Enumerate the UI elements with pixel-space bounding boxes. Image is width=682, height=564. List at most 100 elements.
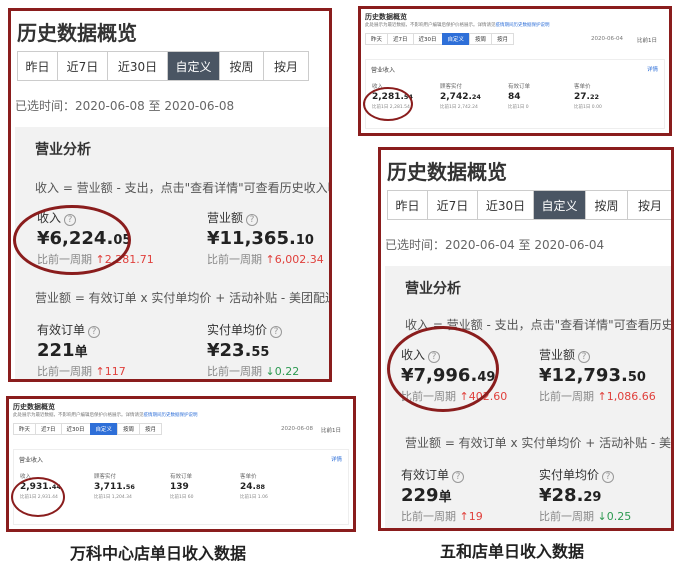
avg-price-label: 实付单均价 [207, 323, 268, 337]
period-tabs: 昨日 近7日 近30日 自定义 按周 按月 [17, 51, 309, 81]
orders-value: 221单 [37, 340, 88, 361]
avg-price-value: ¥28.29 [539, 485, 602, 506]
wanke-summary-panel: 历史数据概览 此处展示为最近数据，不影响用户编辑后保护价格展示。详情请见疫情期间… [6, 396, 356, 532]
caption-wanke: 万科中心店单日收入数据 [70, 544, 247, 563]
help-icon[interactable]: ? [578, 351, 591, 363]
arrow-up-icon: ↑ [95, 365, 105, 378]
highlight-circle [13, 205, 131, 275]
page-title: 历史数据概览 [365, 13, 407, 21]
tab-custom[interactable]: 自定义 [168, 52, 220, 80]
page-title: 历史数据概览 [13, 403, 55, 411]
help-icon[interactable]: ? [88, 326, 101, 338]
tab-7days[interactable]: 近7日 [35, 423, 62, 435]
tab-monthly[interactable]: 按月 [139, 423, 163, 435]
notice-link[interactable]: 疫情期间历史数据保护说明 [144, 413, 198, 418]
orders-compare: 比前一周期 ↑117 [37, 365, 126, 378]
period-tabs: 昨日 近7日 近30日 自定义 按周 按月 [387, 190, 671, 220]
tab-30days[interactable]: 近30日 [478, 191, 534, 219]
tab-7days[interactable]: 近7日 [428, 191, 478, 219]
tab-custom[interactable]: 自定义 [441, 33, 471, 45]
turnover-label: 营业额 [539, 348, 576, 362]
help-icon[interactable]: ? [270, 326, 283, 338]
section-title: 营业分析 [35, 142, 91, 158]
tab-yesterday[interactable]: 昨日 [18, 52, 58, 80]
compare-select[interactable]: 比前1日 [321, 426, 341, 434]
selected-range: 已选时间：2020-06-04 至 2020-06-04 [385, 238, 605, 252]
tab-30days[interactable]: 近30日 [60, 423, 91, 435]
selected-range: 已选时间：2020-06-08 至 2020-06-08 [15, 99, 235, 113]
detail-link[interactable]: 详情 [647, 65, 658, 73]
metric-unit-price: 客单价 24.88 比前1日 1.06 [240, 474, 268, 500]
tab-weekly[interactable]: 按周 [586, 191, 628, 219]
turnover-label: 营业额 [207, 211, 244, 225]
period-tabs: 昨天 近7日 近30日 自定义 按周 按月 [365, 33, 515, 47]
wanke-detail-panel: 历史数据概览 昨日 近7日 近30日 自定义 按周 按月 已选时间：2020-0… [8, 8, 332, 382]
tab-yesterday[interactable]: 昨日 [388, 191, 428, 219]
arrow-up-icon: ↑ [459, 510, 469, 523]
section-title: 营业收入 [19, 457, 44, 464]
arrow-down-icon: ↓ [265, 365, 275, 378]
compare-select[interactable]: 比前1日 [637, 36, 657, 44]
caption-wuhe: 五和店单日收入数据 [440, 542, 585, 561]
turnover-metric: 营业额? ¥11,365.10 比前一周期 ↑6,002.34 [207, 209, 324, 267]
page-title: 历史数据概览 [387, 160, 507, 184]
tab-weekly[interactable]: 按周 [117, 423, 141, 435]
tab-weekly[interactable]: 按周 [469, 33, 493, 45]
tab-custom[interactable]: 自定义 [89, 423, 119, 435]
period-tabs: 昨天 近7日 近30日 自定义 按周 按月 [13, 423, 163, 437]
tab-yesterday[interactable]: 昨天 [13, 423, 37, 435]
avg-price-compare: 比前一周期 ↓0.25 [539, 510, 632, 523]
tab-30days[interactable]: 近30日 [108, 52, 168, 80]
notice-text: 此处展示为最近数据，不影响用户编辑后保护价格展示。详情请见疫情期间历史数据保护说… [365, 23, 550, 28]
turnover-compare: 比前一周期 ↑1,086.66 [539, 390, 656, 403]
avg-price-label: 实付单均价 [539, 468, 600, 482]
section-title: 营业收入 [371, 67, 396, 74]
help-icon[interactable]: ? [246, 214, 259, 226]
orders-label: 有效订单 [37, 323, 86, 337]
tab-7days[interactable]: 近7日 [58, 52, 108, 80]
highlight-circle [11, 477, 65, 517]
tab-30days[interactable]: 近30日 [412, 33, 443, 45]
turnover-value: ¥11,365.10 [207, 228, 314, 249]
revenue-summary-card: 营业收入 详情 收入 2,931.44 比前1日 2,931.44 顾客实付 3… [13, 449, 349, 525]
revenue-formula: 收入 = 营业额 - 支出，点击"查看详情"可查看历史收入明细 [35, 181, 332, 195]
avg-price-compare: 比前一周期 ↓0.22 [207, 365, 300, 378]
tab-monthly[interactable]: 按月 [264, 52, 308, 80]
section-title: 营业分析 [405, 281, 461, 297]
tab-weekly[interactable]: 按周 [220, 52, 264, 80]
metric-paid: 顾客实付 3,711.56 比前1日 1,204.34 [94, 474, 135, 500]
arrow-up-icon: ↑ [597, 390, 607, 403]
orders-value: 229单 [401, 485, 452, 506]
notice-link[interactable]: 疫情期间历史数据保护说明 [496, 23, 550, 28]
highlight-circle [363, 87, 413, 121]
turnover-value: ¥12,793.50 [539, 365, 646, 386]
wuhe-detail-panel: 历史数据概览 昨日 近7日 近30日 自定义 按周 按月 已选时间：2020-0… [378, 147, 674, 531]
orders-label: 有效订单 [401, 468, 450, 482]
arrow-down-icon: ↓ [597, 510, 607, 523]
orders-metric: 有效订单? 221单 比前一周期 ↑117 [37, 321, 126, 379]
metric-unit-price: 客单价 27.22 比前1日 0.00 [574, 84, 602, 110]
wuhe-summary-panel: 历史数据概览 此处展示为最近数据，不影响用户编辑后保护价格展示。详情请见疫情期间… [358, 6, 672, 136]
turnover-formula: 营业额 = 有效订单 x 实付单均价 + 活动补贴 - 美团配送费 [35, 291, 332, 305]
tab-monthly[interactable]: 按月 [491, 33, 515, 45]
date-picker[interactable]: 2020-06-08 [281, 426, 313, 432]
notice-text: 此处展示为最近数据，不影响用户编辑后保护价格展示。详情请见疫情期间历史数据保护说… [13, 413, 198, 418]
avg-price-metric: 实付单均价? ¥28.29 比前一周期 ↓0.25 [539, 466, 631, 524]
orders-metric: 有效订单? 229单 比前一周期 ↑19 [401, 466, 483, 524]
tab-7days[interactable]: 近7日 [387, 33, 414, 45]
tab-yesterday[interactable]: 昨天 [365, 33, 389, 45]
turnover-compare: 比前一周期 ↑6,002.34 [207, 253, 324, 266]
tab-monthly[interactable]: 按月 [628, 191, 671, 219]
help-icon[interactable]: ? [452, 471, 465, 483]
orders-compare: 比前一周期 ↑19 [401, 510, 483, 523]
revenue-summary-card: 营业收入 详情 收入 2,281.54 比前1日 2,281.54 顾客实付 2… [365, 59, 665, 129]
highlight-circle [387, 326, 499, 412]
page-title: 历史数据概览 [17, 21, 137, 45]
avg-price-metric: 实付单均价? ¥23.55 比前一周期 ↓0.22 [207, 321, 299, 379]
metric-orders: 有效订单 84 比前1日 0 [508, 84, 531, 110]
date-picker[interactable]: 2020-06-04 [591, 36, 623, 42]
tab-custom[interactable]: 自定义 [534, 191, 586, 219]
turnover-metric: 营业额? ¥12,793.50 比前一周期 ↑1,086.66 [539, 346, 656, 404]
help-icon[interactable]: ? [602, 471, 615, 483]
detail-link[interactable]: 详情 [331, 455, 342, 463]
